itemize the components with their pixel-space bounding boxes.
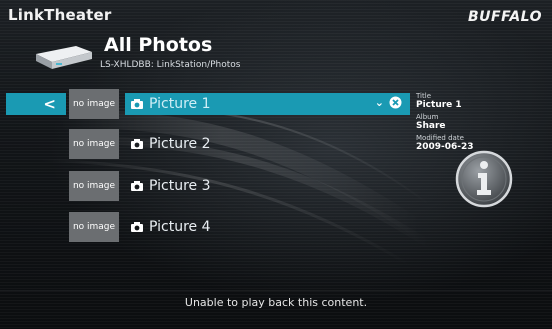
footer-divider — [0, 290, 552, 291]
info-panel: Title Picture 1 Album Share Modified dat… — [416, 92, 544, 155]
info-album-key: Album — [416, 113, 439, 121]
list-item[interactable]: no image Picture 4 — [0, 212, 420, 246]
list-item[interactable]: no image Picture 3 — [0, 171, 420, 205]
info-title-key: Title — [416, 92, 432, 100]
list-item-label: Picture 3 — [149, 178, 211, 194]
list-item[interactable]: no image Picture 2 — [0, 129, 420, 163]
list-item[interactable]: < no image Picture 1 ⌄ — [0, 89, 420, 123]
thumbnail: no image — [69, 212, 119, 242]
screen: LinkTheater BUFFALO All Photos LS-XHLDBB… — [0, 0, 552, 329]
page-title: All Photos — [104, 34, 213, 56]
camera-icon — [131, 181, 143, 191]
status-message: Unable to play back this content. — [184, 296, 368, 309]
thumbnail: no image — [69, 129, 119, 159]
list-item-label: Picture 4 — [149, 219, 211, 235]
brand-logo: BUFFALO — [467, 9, 542, 25]
nas-device-icon — [36, 46, 92, 69]
app-name: LinkTheater — [8, 6, 112, 24]
chevron-down-icon[interactable]: ⌄ — [375, 96, 384, 109]
list-item-bar[interactable]: Picture 4 — [125, 216, 410, 238]
list-item-bar[interactable]: Picture 2 — [125, 133, 410, 155]
chevron-left-icon: < — [43, 95, 56, 113]
info-date-key: Modified date — [416, 134, 464, 142]
back-button[interactable]: < — [6, 93, 66, 115]
info-title-value: Picture 1 — [416, 100, 462, 110]
list-item-bar[interactable]: Picture 3 — [125, 175, 410, 197]
camera-icon — [131, 222, 143, 232]
info-icon[interactable] — [455, 150, 513, 208]
close-icon[interactable] — [389, 96, 402, 109]
thumbnail: no image — [69, 171, 119, 201]
list-item-label: Picture 2 — [149, 136, 211, 152]
camera-icon — [131, 99, 143, 109]
list-item-bar[interactable]: Picture 1 ⌄ — [125, 93, 410, 115]
breadcrumb: LS-XHLDBB: LinkStation/Photos — [100, 60, 241, 70]
list-item-label: Picture 1 — [149, 96, 211, 112]
camera-icon — [131, 139, 143, 149]
thumbnail: no image — [69, 89, 119, 119]
info-album-value: Share — [416, 121, 446, 131]
